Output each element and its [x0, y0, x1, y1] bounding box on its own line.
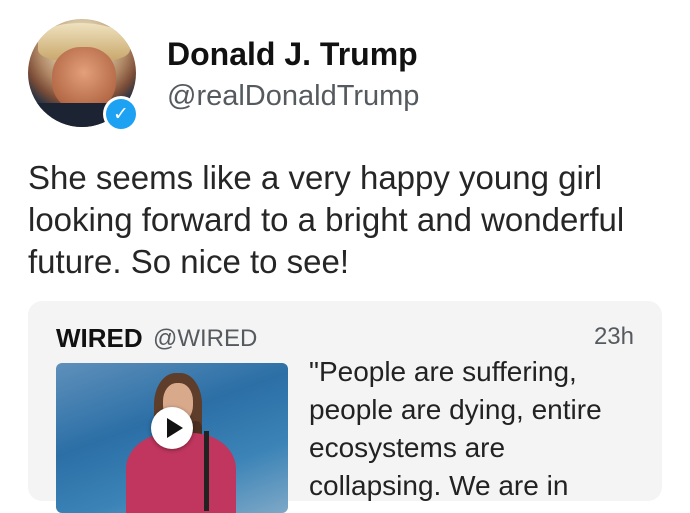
quoted-tweet-card[interactable]: WIRED @WIRED 23h "People are suffering, … — [28, 301, 662, 513]
play-icon[interactable] — [151, 407, 193, 449]
quoted-tweet-text: "People are suffering, people are dying,… — [309, 356, 602, 501]
quoted-author-handle: @WIRED — [153, 325, 258, 352]
verified-badge: ✓ — [103, 96, 139, 132]
author-handle[interactable]: @realDonaldTrump — [167, 80, 419, 113]
quoted-author-name: WIRED — [56, 323, 143, 353]
author-display-name[interactable]: Donald J. Trump — [167, 36, 418, 73]
verified-check-icon: ✓ — [106, 99, 136, 129]
tweet-text: She seems like a very happy young girl l… — [28, 159, 625, 280]
thumbnail-microphone — [204, 431, 209, 511]
video-thumbnail[interactable] — [56, 363, 288, 513]
quoted-timestamp: 23h — [593, 323, 634, 350]
play-triangle — [167, 418, 183, 438]
